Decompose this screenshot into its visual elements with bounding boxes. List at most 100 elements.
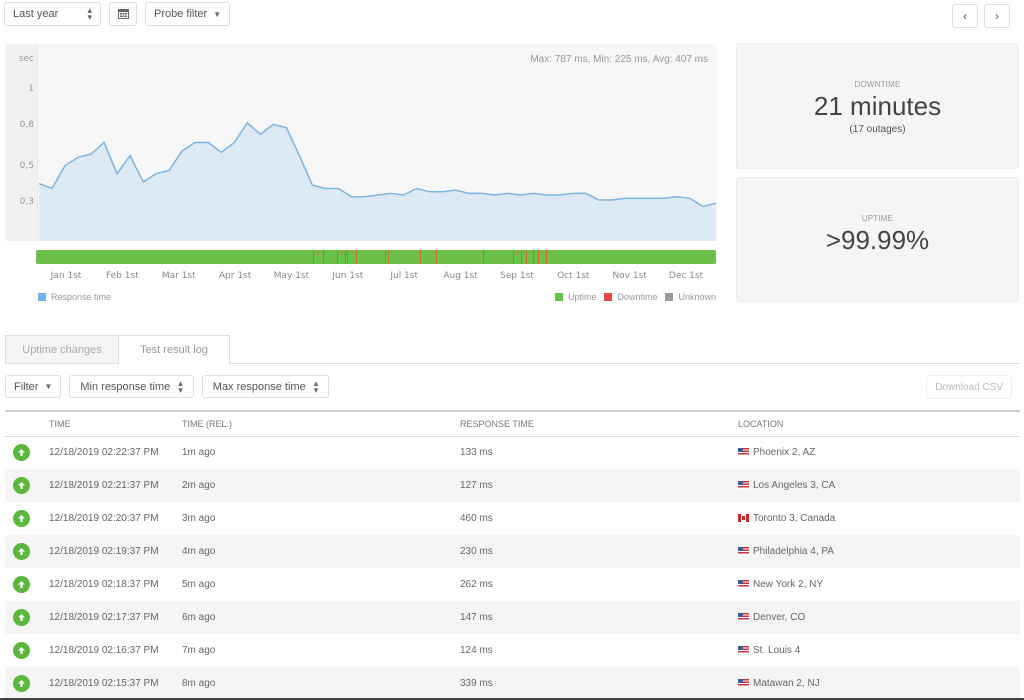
table-row[interactable]: 12/18/2019 02:15:37 PM 8m ago 339 ms Matawa… <box>5 667 1020 700</box>
download-csv-button[interactable]: Download CSV <box>926 375 1012 399</box>
downtime-marker[interactable] <box>356 250 358 264</box>
probe-filter-dropdown[interactable]: Probe filter ▼ <box>145 2 231 26</box>
downtime-marker[interactable] <box>533 250 535 264</box>
downtime-marker[interactable] <box>347 250 349 264</box>
downtime-marker[interactable] <box>322 250 324 264</box>
data-point[interactable] <box>596 197 602 203</box>
period-select[interactable]: Last year ▴ ▾ <box>4 2 101 26</box>
data-point[interactable] <box>661 195 667 201</box>
data-point[interactable] <box>544 192 550 198</box>
data-point[interactable] <box>531 190 537 196</box>
column-header-status <box>5 410 49 437</box>
previous-period-button[interactable]: ‹ <box>952 4 978 28</box>
legend-item-response-time[interactable]: Response time <box>38 292 111 302</box>
data-point[interactable] <box>635 195 641 201</box>
data-point[interactable] <box>322 185 328 191</box>
max-response-time-sort[interactable]: Max response time ▴ ▾ <box>201 375 330 398</box>
column-header-time[interactable]: TIME <box>49 410 182 437</box>
data-point[interactable] <box>479 190 485 196</box>
downtime-marker[interactable] <box>387 250 389 264</box>
legend-item-downtime[interactable]: Downtime <box>604 292 657 302</box>
data-point[interactable] <box>570 190 576 196</box>
downtime-marker[interactable] <box>336 250 338 264</box>
data-point[interactable] <box>674 194 680 200</box>
legend-item-unknown[interactable]: Unknown <box>665 292 716 302</box>
data-point[interactable] <box>153 171 159 177</box>
data-point[interactable] <box>687 195 693 201</box>
downtime-marker[interactable] <box>546 250 547 264</box>
uptime-status-bar[interactable] <box>36 250 716 264</box>
data-point[interactable] <box>49 185 55 191</box>
data-point[interactable] <box>700 204 706 210</box>
data-point[interactable] <box>361 194 367 200</box>
data-point[interactable] <box>557 192 563 198</box>
chart-plot[interactable] <box>38 44 717 241</box>
data-point[interactable] <box>375 192 381 198</box>
data-point[interactable] <box>179 148 185 154</box>
table-row[interactable]: 12/18/2019 02:18:37 PM 5m ago 262 ms New Yo… <box>5 568 1020 601</box>
data-point[interactable] <box>401 192 407 198</box>
us-flag-icon <box>738 481 749 489</box>
data-point[interactable] <box>453 187 459 193</box>
downtime-marker[interactable] <box>384 250 386 264</box>
downtime-marker[interactable] <box>345 250 347 264</box>
table-row[interactable]: 12/18/2019 02:22:37 PM 1m ago 133 ms Phoeni… <box>5 436 1020 469</box>
data-point[interactable] <box>270 121 276 127</box>
calendar-button[interactable] <box>109 2 137 26</box>
data-point[interactable] <box>583 190 589 196</box>
table-row[interactable]: 12/18/2019 02:20:37 PM 3m ago 460 ms Toront… <box>5 502 1020 535</box>
data-point[interactable] <box>114 171 120 177</box>
data-point[interactable] <box>244 120 250 126</box>
data-point[interactable] <box>414 185 420 191</box>
filter-dropdown[interactable]: Filter ▼ <box>5 375 62 398</box>
period-select-label: Last year <box>13 8 59 20</box>
data-point[interactable] <box>609 197 615 203</box>
data-point[interactable] <box>466 190 472 196</box>
column-header-time-rel[interactable]: TIME (REL.) <box>182 410 460 437</box>
downtime-marker[interactable] <box>512 250 514 264</box>
data-point[interactable] <box>427 189 433 195</box>
downtime-marker[interactable] <box>537 250 539 264</box>
data-point[interactable] <box>257 131 263 137</box>
table-row[interactable]: 12/18/2019 02:16:37 PM 7m ago 124 ms St. Lo… <box>5 634 1020 667</box>
table-row[interactable]: 12/18/2019 02:17:37 PM 6m ago 147 ms Denver… <box>5 601 1020 634</box>
min-response-time-sort[interactable]: Min response time ▴ ▾ <box>69 375 194 398</box>
data-point[interactable] <box>231 140 237 146</box>
downtime-marker[interactable] <box>312 250 314 264</box>
data-point[interactable] <box>62 162 68 168</box>
data-point[interactable] <box>166 167 172 173</box>
data-point[interactable] <box>205 140 211 146</box>
table-row[interactable]: 12/18/2019 02:21:37 PM 2m ago 127 ms Los An… <box>5 469 1020 502</box>
data-point[interactable] <box>283 125 289 131</box>
next-period-button[interactable]: › <box>984 4 1010 28</box>
tab-test-result-log[interactable]: Test result log <box>118 335 230 365</box>
data-point[interactable] <box>440 189 446 195</box>
data-point[interactable] <box>192 140 198 146</box>
data-point[interactable] <box>127 153 133 159</box>
table-row[interactable]: 12/18/2019 02:19:37 PM 4m ago 230 ms Philad… <box>5 535 1020 568</box>
data-point[interactable] <box>88 151 94 157</box>
data-point[interactable] <box>348 194 354 200</box>
tab-uptime-changes[interactable]: Uptime changes <box>5 335 118 364</box>
data-point[interactable] <box>492 192 498 198</box>
data-point[interactable] <box>140 179 146 185</box>
data-point[interactable] <box>296 153 302 159</box>
data-point[interactable] <box>335 185 341 191</box>
data-point[interactable] <box>505 190 511 196</box>
data-point[interactable] <box>101 140 107 146</box>
column-header-location[interactable]: LOCATION <box>738 410 1020 437</box>
data-point[interactable] <box>218 149 224 155</box>
downtime-marker[interactable] <box>483 250 485 264</box>
data-point[interactable] <box>518 192 524 198</box>
legend-item-uptime[interactable]: Uptime <box>554 292 596 302</box>
data-point[interactable] <box>622 195 628 201</box>
data-point[interactable] <box>309 182 315 188</box>
downtime-marker[interactable] <box>419 250 421 264</box>
downtime-marker[interactable] <box>525 250 527 264</box>
downtime-marker[interactable] <box>435 250 437 264</box>
downtime-marker[interactable] <box>520 250 522 264</box>
data-point[interactable] <box>388 190 394 196</box>
column-header-response-time[interactable]: RESPONSE TIME <box>460 410 738 437</box>
data-point[interactable] <box>75 154 81 160</box>
data-point[interactable] <box>648 195 654 201</box>
